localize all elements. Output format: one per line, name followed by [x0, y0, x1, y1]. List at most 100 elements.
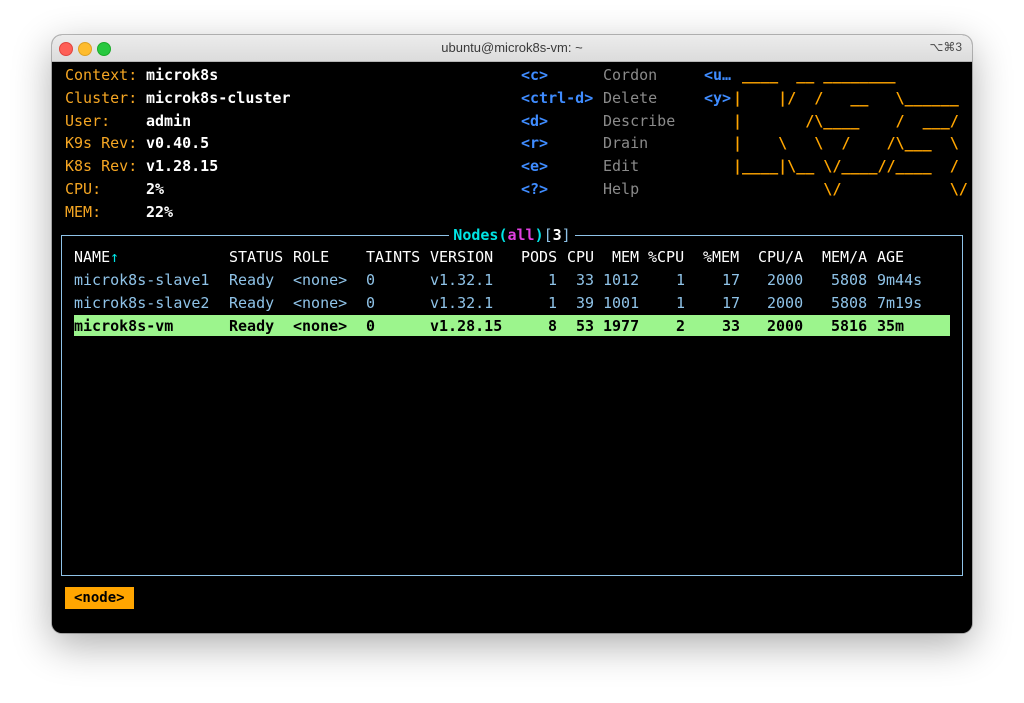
- cell-taints: 0: [366, 271, 376, 289]
- cell-pct-mem: 17: [722, 271, 741, 289]
- cell-mem: 1001: [603, 294, 640, 312]
- logo-line-4: | \ \ / /\___ \: [733, 134, 959, 152]
- col-version[interactable]: VERSION: [430, 248, 493, 267]
- hotkey-drain-label[interactable]: Drain: [603, 134, 648, 153]
- col-status[interactable]: STATUS: [229, 248, 283, 267]
- cell-pods: 1: [548, 271, 558, 289]
- hotkey-delete-label[interactable]: Delete: [603, 89, 657, 108]
- cell-pct-mem: 17: [722, 294, 741, 312]
- info-k9s-rev-value: v0.40.5: [146, 134, 210, 152]
- info-k9s-rev-key: K9s Rev:: [65, 134, 138, 152]
- col-mem-alloc[interactable]: MEM/A: [822, 248, 867, 267]
- cell-status: Ready: [229, 294, 275, 312]
- cell-taints: 0: [366, 294, 376, 312]
- cell-pods: 1: [548, 294, 558, 312]
- cell-age: 7m19s: [877, 294, 923, 312]
- cell-name: microk8s-slave2: [74, 294, 210, 312]
- cell-age: 9m44s: [877, 271, 923, 289]
- info-cpu-key: CPU:: [65, 180, 102, 198]
- hotkey-drain-key[interactable]: <r>: [521, 134, 548, 153]
- cell-pct-cpu: 1: [676, 294, 686, 312]
- cell-age: 35m: [877, 317, 905, 335]
- info-mem-key: MEM:: [65, 203, 102, 221]
- cell-cpu: 53: [576, 317, 595, 335]
- col-cpu[interactable]: CPU: [567, 248, 594, 267]
- hotkey-u-key[interactable]: <u…: [704, 66, 731, 85]
- cell-version: v1.32.1: [430, 271, 494, 289]
- cell-version: v1.28.15: [430, 317, 503, 335]
- cell-mem-alloc: 5816: [831, 317, 868, 335]
- cell-mem: 1977: [603, 317, 640, 335]
- col-name[interactable]: NAME: [74, 248, 110, 267]
- col-role[interactable]: ROLE: [293, 248, 329, 267]
- col-age[interactable]: AGE: [877, 248, 904, 267]
- hotkey-help-key[interactable]: <?>: [521, 180, 548, 199]
- cell-role: <none>: [293, 294, 348, 312]
- logo-line-3: | /\____ / ___/: [733, 112, 959, 130]
- info-context-value: microk8s: [146, 66, 219, 84]
- info-cluster-key: Cluster:: [65, 89, 138, 107]
- nodes-table-title: Nodes(all)[3]: [52, 226, 972, 245]
- cell-cpu: 33: [576, 271, 595, 289]
- cell-pods: 8: [548, 317, 558, 335]
- cell-pct-cpu: 1: [676, 271, 686, 289]
- logo-line-1: ____ __ ________: [733, 66, 896, 84]
- cell-cpu-alloc: 2000: [767, 294, 804, 312]
- info-mem-value: 22%: [146, 203, 174, 221]
- title-bar: ubuntu@microk8s-vm: ~ ⌥⌘3: [52, 35, 972, 62]
- hotkey-edit-key[interactable]: <e>: [521, 157, 548, 176]
- cell-taints: 0: [366, 317, 376, 335]
- col-mem[interactable]: MEM: [612, 248, 639, 267]
- col-pods[interactable]: PODS: [521, 248, 557, 267]
- table-title-resource: Nodes: [453, 226, 499, 244]
- hotkey-y-key[interactable]: <y>: [704, 89, 731, 108]
- table-title-bracket-open: [: [543, 226, 553, 244]
- info-user-key: User:: [65, 112, 111, 130]
- hotkey-describe-label[interactable]: Describe: [603, 112, 675, 131]
- breadcrumb-node[interactable]: <node>: [65, 587, 134, 609]
- table-title-paren-close: ): [534, 226, 544, 244]
- cell-mem: 1012: [603, 271, 640, 289]
- cell-cpu: 39: [576, 294, 595, 312]
- hotkey-cordon-key[interactable]: <c>: [521, 66, 548, 85]
- cell-version: v1.32.1: [430, 294, 494, 312]
- cell-status: Ready: [229, 317, 275, 335]
- terminal-content[interactable]: Context: microk8s Cluster: microk8s-clus…: [52, 62, 972, 633]
- table-title-count: 3: [552, 226, 562, 244]
- cell-role: <none>: [293, 317, 348, 335]
- col-pct-mem[interactable]: %MEM: [703, 248, 739, 267]
- cell-mem-alloc: 5808: [831, 271, 868, 289]
- window-title: ubuntu@microk8s-vm: ~: [441, 40, 583, 55]
- info-cluster-value: microk8s-cluster: [146, 89, 291, 107]
- selected-row-highlight[interactable]: [74, 315, 950, 336]
- window-shortcut: ⌥⌘3: [929, 40, 962, 54]
- hotkey-describe-key[interactable]: <d>: [521, 112, 548, 131]
- cell-name: microk8s-slave1: [74, 271, 210, 289]
- logo-line-6: \/ \/: [733, 180, 968, 198]
- cell-pct-cpu: 2: [676, 317, 686, 335]
- logo-line-5: |____|\__ \/____//____ /: [733, 157, 959, 175]
- table-title-bracket-close: ]: [561, 226, 571, 244]
- cell-cpu-alloc: 2000: [767, 317, 804, 335]
- cell-mem-alloc: 5808: [831, 294, 868, 312]
- hotkey-help-label[interactable]: Help: [603, 180, 639, 199]
- col-pct-cpu[interactable]: %CPU: [648, 248, 684, 267]
- sort-up-icon: ↑: [110, 248, 120, 266]
- cell-cpu-alloc: 2000: [767, 271, 804, 289]
- hotkey-cordon-label[interactable]: Cordon: [603, 66, 657, 85]
- col-taints[interactable]: TAINTS: [366, 248, 420, 267]
- terminal-window: ubuntu@microk8s-vm: ~ ⌥⌘3 Context: micro…: [52, 35, 972, 633]
- cell-role: <none>: [293, 271, 348, 289]
- logo-line-2: | |/ / __ \______: [733, 89, 959, 107]
- col-cpu-alloc[interactable]: CPU/A: [758, 248, 803, 267]
- cell-status: Ready: [229, 271, 275, 289]
- info-k8s-rev-key: K8s Rev:: [65, 157, 138, 175]
- cell-pct-mem: 33: [722, 317, 741, 335]
- info-user-value: admin: [146, 112, 192, 130]
- info-context-key: Context:: [65, 66, 138, 84]
- info-k8s-rev-value: v1.28.15: [146, 157, 219, 175]
- info-cpu-value: 2%: [146, 180, 165, 198]
- hotkey-edit-label[interactable]: Edit: [603, 157, 639, 176]
- hotkey-delete-key[interactable]: <ctrl-d>: [521, 89, 593, 108]
- table-title-namespace: all: [507, 226, 535, 244]
